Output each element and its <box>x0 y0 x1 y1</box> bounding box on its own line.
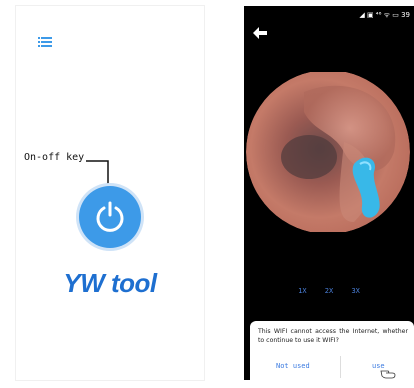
zoom-bar: 1X 2X 3X <box>244 287 414 295</box>
dialog-divider <box>340 356 341 378</box>
menu-icon[interactable] <box>38 37 52 47</box>
zoom-3x-button[interactable]: 3X <box>351 287 359 295</box>
status-bar: ◢ ▣ ⁴⁶ ᯤ ▭ 39 <box>359 11 410 19</box>
zoom-2x-button[interactable]: 2X <box>325 287 333 295</box>
power-button[interactable] <box>79 186 141 248</box>
wifi-dialog: This WIFI cannot access the Internet, wh… <box>250 321 414 380</box>
on-off-key-label: On-off key <box>24 152 85 163</box>
ear-camera-view <box>246 72 410 232</box>
hand-pointer-icon <box>380 370 396 379</box>
app-title: YW tool <box>63 268 157 298</box>
dialog-message: This WIFI cannot access the Internet, wh… <box>258 328 408 344</box>
home-screen: On-off key YW tool <box>16 6 204 380</box>
back-arrow-icon[interactable] <box>252 26 268 40</box>
callout-line <box>86 160 109 186</box>
power-icon <box>96 201 124 232</box>
camera-screen: ◢ ▣ ⁴⁶ ᯤ ▭ 39 1X 2X 3X This WIFI cannot … <box>244 6 414 380</box>
not-used-button[interactable]: Not used <box>276 362 310 370</box>
zoom-1x-button[interactable]: 1X <box>298 287 306 295</box>
